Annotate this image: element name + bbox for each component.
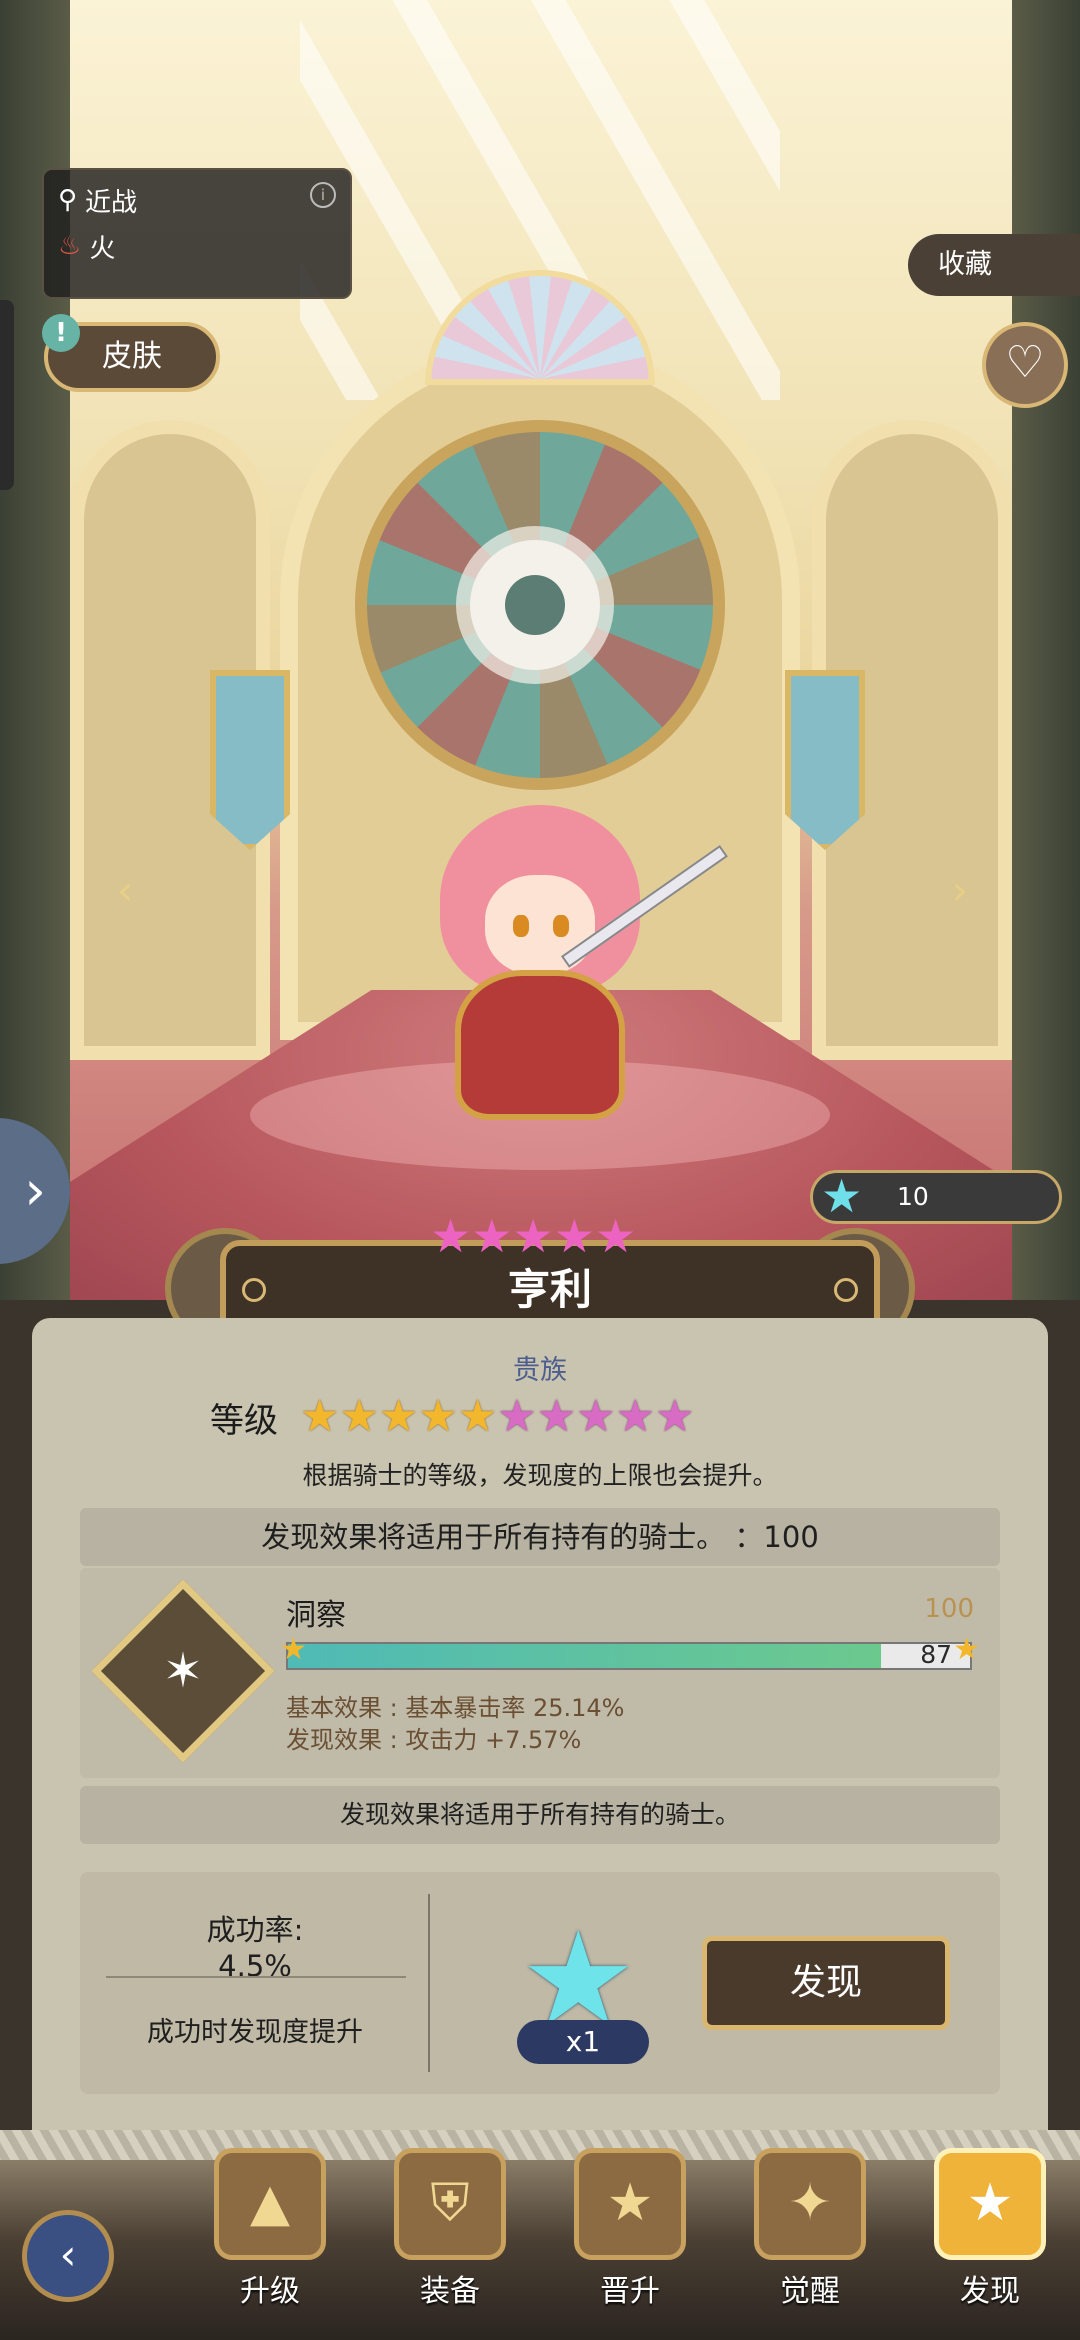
level-star-gold-icon: ★ [457,1391,498,1442]
success-rate-label: 成功率: [206,1913,304,1947]
discovery-current-value: 87 [920,1640,952,1669]
discover-button[interactable]: 发现 [702,1936,950,2030]
gear-emblem [470,540,600,670]
collection-label: 收藏 [938,249,992,280]
crystal-count: 10 [897,1182,929,1211]
alert-icon: ! [42,314,80,352]
plate-ornament-icon [242,1278,266,1302]
grade-star-icon: ★ [471,1209,513,1263]
discovery-progress-fill [288,1644,882,1668]
hero-grade-stars: ★ ★ ★ ★ ★ [430,1208,636,1264]
nav-awaken-label: 觉醒 [780,2274,840,2309]
favorite-heart-icon[interactable]: ♡ [982,322,1068,408]
next-hero-arrow-icon[interactable]: › [930,866,990,916]
back-icon[interactable]: ‹ [22,2210,114,2302]
level-description: 根据骑士的等级，发现度的上限也会提升。 [302,1461,778,1490]
element-label: 火 [89,233,116,264]
attack-type-row: ⚲ 近战 [58,180,137,220]
info-icon[interactable]: i [310,182,336,208]
nav-equipment[interactable]: ⛨ 装备 [380,2148,520,2309]
level-star-gold-icon: ★ [300,1391,340,1442]
discover-button-label: 发现 [789,1962,862,2003]
hero-info-panel: ⚲ 近战 ♨ 火 i [42,168,352,299]
nav-promote-label: 晋升 [600,2274,660,2309]
level-star-pink-icon: ★ [655,1391,695,1442]
level-star-pink-icon: ★ [536,1391,577,1442]
equipment-icon: ⛨ [394,2148,506,2260]
success-rate: 成功率: 4.5% [80,1912,430,1984]
nav-equipment-label: 装备 [420,2274,480,2309]
awaken-icon: ✦ [754,2148,866,2260]
discovery-effect: 发现效果 : 攻击力 +7.57% [286,1726,582,1754]
level-star-gold-icon: ★ [339,1391,379,1442]
level-star-gold-icon: ★ [378,1391,419,1442]
hero-eye [553,915,569,937]
hero-armor [455,970,625,1120]
nav-upgrade-label: 升级 [240,2274,300,2309]
hero-sprite[interactable] [400,805,728,1155]
hero-title: 贵族 [513,1355,567,1386]
skin-button-label: 皮肤 [102,339,162,374]
prev-hero-arrow-icon[interactable]: ‹ [95,866,155,916]
melee-icon: ⚲ [58,185,78,215]
nav-awaken[interactable]: ✦ 觉醒 [740,2148,880,2309]
hero-name: 亨利 [507,1265,592,1314]
discovery-progress-bar: ★ 87 ★ [280,1632,980,1670]
level-label: 等级 [210,1400,278,1441]
insight-skill-icon: ✶ [91,1579,275,1763]
right-wall [1012,0,1080,1300]
plate-ornament-icon [834,1278,858,1302]
discovery-attempt-box: 成功率: 4.5% 成功时发现度提升 ★ x1 发现 [80,1872,1000,2094]
edge-tab [0,300,14,490]
success-rate-value: 4.5% [218,1949,292,1983]
level-star-pink-icon: ★ [615,1391,656,1442]
level-star-pink-icon: ★ [576,1391,616,1442]
base-effect: 基本效果 : 基本暴击率 25.14% [286,1694,625,1722]
grade-star-icon: ★ [595,1209,637,1263]
grade-star-icon: ★ [430,1209,472,1263]
nav-promote[interactable]: ★ 晋升 [560,2148,700,2309]
right-banner [785,670,865,850]
collection-button[interactable]: 收藏 [908,234,1080,296]
left-banner [210,670,290,850]
element-row: ♨ 火 [58,226,115,266]
upgrade-icon: ▲ [214,2148,326,2260]
discovery-skill-card: ✶ 洞察 100 ★ 87 ★ 基本效果 : 基本暴击率 25.14% 发现效果… [80,1568,1000,1778]
crystal-cost-count: x1 [517,2020,649,2064]
skill-name: 洞察 [286,1598,346,1633]
nav-discover[interactable]: ★ 发现 [920,2148,1060,2309]
progress-start-star-icon: ★ [280,1632,307,1667]
skill-max-value: 100 [924,1594,974,1624]
success-description: 成功时发现度提升 [147,2017,363,2048]
level-star-gold-icon: ★ [418,1391,458,1442]
vertical-divider [428,1894,430,2072]
level-row: 等级 ★ ★ ★ ★ ★ ★ ★ ★ ★ ★ [210,1392,695,1442]
level-star-pink-icon: ★ [497,1391,537,1442]
hero-eye [513,915,529,937]
fire-icon: ♨ [58,231,82,261]
grade-star-icon: ★ [512,1209,554,1263]
promote-icon: ★ [574,2148,686,2260]
bottom-navigation [0,2160,1080,2340]
nav-upgrade[interactable]: ▲ 升级 [200,2148,340,2309]
progress-end-star-icon: ★ [953,1632,980,1667]
discovery-note: 发现效果将适用于所有持有的骑士。 [80,1786,1000,1844]
rate-divider [106,1976,406,1978]
discover-icon: ★ [934,2148,1046,2260]
attack-type-label: 近战 [85,187,138,218]
discovery-header: 发现效果将适用于所有持有的骑士。 ：100 [80,1508,1000,1566]
crystal-counter: ★ 10 [810,1169,1062,1224]
grade-star-icon: ★ [553,1209,595,1263]
crystal-star-icon: ★ [821,1169,863,1223]
nav-discover-label: 发现 [960,2274,1020,2309]
